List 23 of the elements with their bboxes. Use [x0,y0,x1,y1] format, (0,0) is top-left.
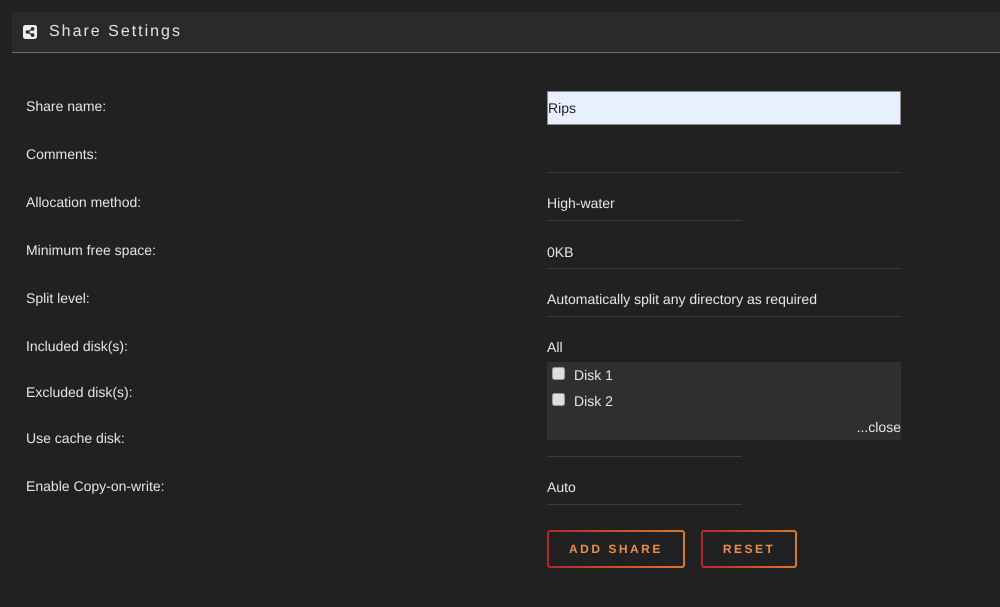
field-label: Comments: [26,144,98,164]
checkbox[interactable] [552,367,565,380]
field-label: Enable Copy-on-write: [26,476,165,496]
select-field[interactable]: Automatically split any directory as required [547,283,901,317]
share-icon [23,25,37,39]
action-button[interactable]: RESET [700,530,798,568]
field-label: Minimum free space: [26,240,156,260]
panel-title: Share Settings [49,22,182,42]
input-field[interactable]: 0KB [547,235,901,269]
field-label: Split level: [26,288,90,308]
checkbox[interactable] [552,393,565,406]
field-label: Allocation method: [26,192,142,212]
action-button[interactable]: ADD SHARE [547,530,685,568]
field-label: Excluded disk(s): [26,382,133,402]
input-field[interactable]: Rips [547,91,901,125]
disk-option[interactable]: Disk 2 [574,390,613,412]
select-field[interactable]: Auto [547,471,742,505]
field-label: Included disk(s): [26,336,128,356]
disk-option[interactable]: Disk 1 [574,364,613,386]
select-field[interactable]: High-water [547,187,742,221]
field-label: Use cache disk: [26,428,125,448]
field-label: Share name: [26,96,106,116]
close-link[interactable]: ...close [856,416,901,438]
